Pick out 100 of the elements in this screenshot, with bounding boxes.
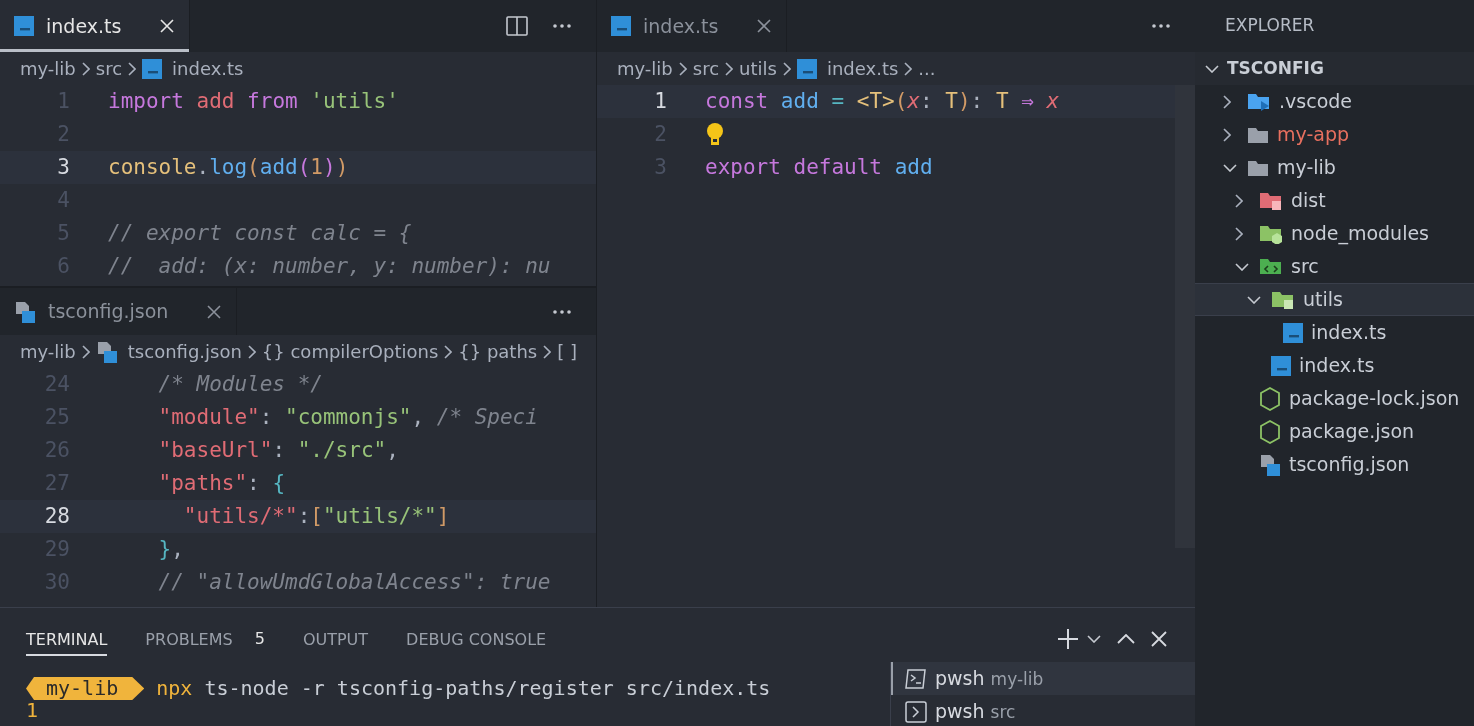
explorer-section-header[interactable]: TSCONFIG [1195, 52, 1474, 85]
panel-tab[interactable]: OUTPUT [302, 622, 369, 656]
config-file-icon [14, 300, 36, 323]
code-line: export default add [705, 154, 933, 181]
breadcrumb-item[interactable]: [ ] [557, 338, 577, 365]
chevron-down-icon[interactable] [1087, 635, 1101, 643]
config-file-icon [1259, 453, 1281, 476]
breadcrumb-item[interactable]: {} paths [458, 338, 538, 365]
code-folder-icon [1259, 256, 1283, 277]
file-tree-item[interactable]: my-app [1195, 118, 1474, 151]
chevron-right-icon [543, 344, 552, 359]
file-tree-item[interactable]: utils [1195, 283, 1474, 316]
panel-tab[interactable]: PROBLEMS [145, 622, 233, 656]
terminal-icon [905, 700, 927, 723]
terminal-list-item[interactable]: pwsh src [891, 695, 1195, 726]
chevron-right-icon [81, 61, 90, 76]
hexagon-folder-icon [1259, 223, 1283, 244]
breadcrumb-item[interactable]: utils [739, 55, 777, 82]
folder-icon [1247, 158, 1269, 177]
file-tree-item[interactable]: dist [1195, 184, 1474, 217]
typescript-file-icon [142, 58, 163, 79]
code-line: /* Modules */ [157, 371, 323, 398]
js-file-icon [1259, 419, 1281, 444]
square-folder-icon [1271, 289, 1295, 310]
file-tree-item[interactable]: node_modules [1195, 217, 1474, 250]
breadcrumb-item[interactable]: my-lib [20, 55, 76, 82]
lightbulb-icon[interactable] [705, 122, 725, 146]
breadcrumb-item[interactable]: src [95, 55, 123, 82]
breadcrumb-item[interactable]: src [692, 55, 720, 82]
chevron-up-icon[interactable] [1117, 634, 1135, 644]
typescript-file-icon [14, 16, 34, 36]
chevron-right-icon [1223, 94, 1231, 109]
chevron-down-icon [1235, 262, 1249, 271]
close-icon[interactable] [756, 18, 773, 34]
editor-tab[interactable]: index.ts [0, 0, 191, 52]
panel-tab[interactable]: TERMINAL [26, 622, 108, 656]
breadcrumb-item[interactable]: my-lib [617, 55, 673, 82]
chevron-right-icon [904, 61, 913, 76]
chevron-right-icon [247, 344, 256, 359]
config-file-icon [95, 340, 118, 363]
breadcrumb-item[interactable]: index.ts [826, 55, 899, 82]
close-icon[interactable] [206, 303, 223, 320]
file-tree-item[interactable]: package-lock.json [1195, 382, 1474, 415]
vscode-folder-icon [1247, 91, 1271, 112]
more-icon[interactable] [552, 308, 572, 315]
code-line: }, [157, 536, 184, 563]
more-icon[interactable] [1151, 23, 1171, 29]
chevron-right-icon [128, 61, 137, 76]
chevron-right-icon [678, 61, 687, 76]
code-line: console.log(add(1)) [108, 154, 349, 181]
line-number: 28 [43, 503, 70, 530]
file-tree-item[interactable]: tsconfig.json [1195, 448, 1474, 481]
add-icon[interactable] [1057, 628, 1079, 650]
chevron-right-icon [1223, 127, 1231, 142]
js-file-icon [1259, 386, 1281, 411]
split-editor-icon[interactable] [506, 16, 528, 36]
chevron-down-icon [1223, 163, 1237, 172]
chevron-right-icon [1235, 226, 1243, 241]
folder-icon [1247, 125, 1269, 144]
terminal-output: 1 [26, 700, 40, 720]
chevron-down-icon [1247, 295, 1261, 304]
chevron-right-icon [725, 61, 734, 76]
code-line: "paths": { [157, 470, 286, 497]
code-line: const add = <T>(x: T): T ⇒ x [705, 88, 1060, 115]
terminal-command: npx ts-node -r tsconfig-paths/register src/index.ts [156, 677, 771, 700]
file-tree-item[interactable]: .vscode [1195, 85, 1474, 118]
file-tree-item[interactable]: src [1195, 250, 1474, 283]
code-line: import add from 'utils' [108, 88, 399, 115]
prompt-segment: my-lib [26, 677, 145, 700]
chevron-right-icon [782, 61, 791, 76]
typescript-file-icon [1271, 355, 1291, 376]
terminal-icon [905, 667, 927, 690]
file-tree-item[interactable]: package.json [1195, 415, 1474, 448]
scrollbar[interactable] [1175, 85, 1195, 548]
breadcrumb-item[interactable]: index.ts [172, 55, 244, 82]
line-number: 1 [653, 88, 667, 115]
more-icon[interactable] [552, 23, 572, 29]
breadcrumb-item[interactable]: tsconfig.json [127, 338, 242, 365]
code-line: // export const calc = { [108, 220, 412, 247]
file-tree-item[interactable]: index.ts [1195, 349, 1474, 382]
breadcrumb-item[interactable]: {} compilerOptions [261, 338, 439, 365]
line-number: 3 [56, 154, 70, 181]
box-folder-icon [1259, 190, 1283, 211]
typescript-file-icon [1283, 322, 1303, 343]
chevron-right-icon [1235, 193, 1243, 208]
code-line: // add: (x: number, y: number): nu [108, 253, 551, 280]
panel-tab[interactable]: DEBUG CONSOLE [406, 622, 547, 656]
terminal-list-item[interactable]: pwsh my-lib [891, 662, 1195, 695]
breadcrumb-item[interactable]: ... [918, 55, 936, 82]
problem-count: 5 [254, 628, 265, 650]
code-line: // "allowUmdGlobalAccess": true [157, 569, 551, 596]
chevron-down-icon [1205, 64, 1219, 73]
file-tree-item[interactable]: my-lib [1195, 151, 1474, 184]
code-line: "baseUrl": "./src", [157, 437, 399, 464]
file-tree-item[interactable]: index.ts [1195, 316, 1474, 349]
breadcrumb-item[interactable]: my-lib [20, 338, 76, 365]
code-line: "utils/*":["utils/*"] [182, 503, 450, 530]
typescript-file-icon [796, 58, 817, 79]
code-line: "module": "commonjs", /* Speci [157, 404, 538, 431]
chevron-right-icon [444, 344, 453, 359]
